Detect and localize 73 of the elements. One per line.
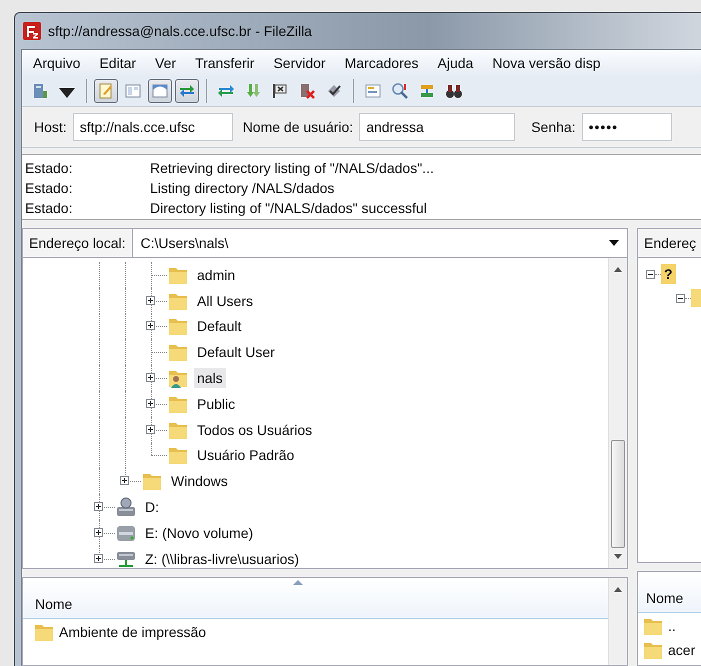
username-label: Nome de usuário: — [242, 119, 354, 135]
flag-icon — [271, 82, 289, 100]
expand-button[interactable] — [146, 398, 155, 408]
tree-item[interactable]: D: — [142, 497, 162, 518]
sort-arrow-icon — [293, 580, 303, 585]
tree-item[interactable]: E: (Novo volume) — [142, 522, 256, 543]
drive-icon — [115, 496, 137, 518]
scrollbar[interactable] — [608, 578, 627, 665]
scrollbar[interactable] — [608, 258, 627, 568]
tree-item[interactable]: Public — [194, 394, 238, 414]
tree-item[interactable]: Windows — [168, 471, 231, 492]
log-message: Listing directory /NALS/dados — [150, 179, 334, 198]
tree-item[interactable]: Default — [194, 316, 244, 336]
expand-button[interactable] — [120, 476, 129, 486]
expand-button[interactable] — [146, 424, 155, 434]
local-address-combo[interactable]: C:\Users\nals\ — [132, 229, 627, 257]
cancel-icon — [298, 82, 316, 100]
expand-button[interactable] — [94, 528, 103, 537]
panel-icon — [124, 82, 142, 100]
log-status: Estado: — [25, 159, 74, 178]
menu-item[interactable]: Arquivo — [33, 55, 80, 71]
scroll-up-arrow[interactable] — [613, 266, 623, 272]
tree-item[interactable]: All Users — [194, 290, 256, 311]
expand-button[interactable] — [146, 296, 155, 305]
file-name[interactable]: acer — [668, 642, 696, 658]
tree-item[interactable]: admin — [194, 264, 238, 285]
expand-button[interactable] — [94, 554, 103, 563]
local-address-label: Endereço local: — [28, 234, 127, 253]
file-name[interactable]: Ambiente de impressão — [59, 624, 206, 640]
magnifier-icon — [391, 82, 409, 100]
dropdown-arrow-icon — [609, 240, 619, 246]
tree-item[interactable]: Z: (\\libras-livre\usuarios) — [142, 548, 302, 568]
filter-icon — [364, 82, 382, 100]
tree-item[interactable]: Todos os Usuários — [194, 420, 316, 440]
host-field[interactable]: sftp://nals.cce.ufsc — [72, 113, 233, 141]
sync-icon — [418, 82, 436, 100]
tree-item[interactable]: Default User — [194, 342, 278, 362]
scroll-down-arrow[interactable] — [613, 554, 623, 560]
window-title: sftp://andressa@nals.cce.ufsc.br - FileZilla — [48, 23, 312, 39]
password-label: Senha: — [531, 119, 576, 135]
binoculars-icon — [445, 82, 463, 100]
log-status: Estado: — [25, 199, 74, 218]
collapse-button[interactable] — [646, 270, 655, 278]
expand-button[interactable] — [146, 373, 155, 382]
scroll-up-arrow[interactable] — [613, 586, 623, 592]
menu-item[interactable]: Servidor — [273, 55, 326, 71]
log-message: Retrieving directory listing of "/NALS/dados"... — [150, 159, 434, 178]
server-icon — [31, 82, 49, 100]
expand-button[interactable] — [146, 321, 155, 330]
remote-address-label: Endereç — [643, 234, 698, 253]
host-label: Host: — [34, 119, 67, 135]
tree-item[interactable]: Usuário Padrão — [194, 445, 298, 466]
collapse-button[interactable] — [676, 294, 685, 302]
menu-item[interactable]: Nova versão disp — [492, 55, 600, 71]
menu-item[interactable]: Editar — [99, 55, 136, 71]
username-field[interactable]: andressa — [359, 113, 516, 141]
menu-item[interactable]: Transferir — [195, 55, 254, 71]
menu-item[interactable]: Ajuda — [438, 55, 474, 71]
window-icon — [151, 82, 169, 100]
app-logo-icon — [23, 22, 41, 40]
folder-icon — [691, 289, 701, 307]
tree-item[interactable]: nals — [194, 368, 226, 388]
menu-item[interactable]: Marcadores — [344, 55, 419, 71]
file-name[interactable]: .. — [668, 618, 676, 634]
menu-item[interactable]: Ver — [155, 55, 176, 71]
password-field[interactable]: ••••• — [582, 113, 672, 141]
column-header[interactable]: Nome — [35, 596, 72, 612]
unknown-folder-icon: ? — [661, 264, 676, 284]
log-status: Estado: — [25, 179, 74, 198]
log-message: Directory listing of "/NALS/dados" successful — [150, 199, 427, 218]
expand-button[interactable] — [94, 502, 103, 512]
scroll-thumb[interactable] — [611, 440, 625, 548]
notepad-icon — [97, 82, 115, 100]
